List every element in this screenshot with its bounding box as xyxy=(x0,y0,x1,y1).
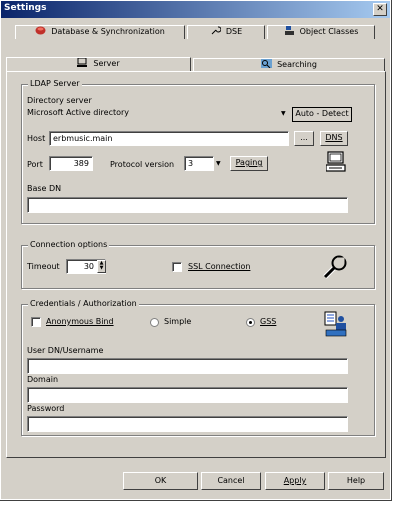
paging-button[interactable]: Paging xyxy=(230,156,268,171)
credentials-group-title: Credentials / Authorization xyxy=(28,299,139,308)
domain-label: Domain xyxy=(27,375,59,384)
object-classes-icon xyxy=(284,26,294,35)
anonymous-bind-checkbox[interactable] xyxy=(31,317,41,327)
user-credentials-icon xyxy=(324,311,347,337)
dns-button[interactable]: DNS xyxy=(320,131,348,146)
credentials-group: Credentials / Authorization Anonymous Bi… xyxy=(21,299,375,436)
close-icon: ✕ xyxy=(376,4,384,14)
server-icon xyxy=(77,58,88,67)
gss-radio-label[interactable]: GSS xyxy=(260,317,276,326)
connection-options-group-title: Connection options xyxy=(28,240,110,249)
apply-button[interactable]: Apply xyxy=(265,472,325,490)
protocol-version-label: Protocol version xyxy=(110,160,175,169)
ldap-server-group: LDAP Server Directory server Microsoft A… xyxy=(21,79,375,224)
browse-button[interactable]: ... xyxy=(294,131,314,146)
database-icon xyxy=(35,26,46,35)
auto-detect-button[interactable]: Auto - Detect xyxy=(292,107,352,122)
base-dn-label: Base DN xyxy=(27,184,62,193)
ok-button[interactable]: OK xyxy=(123,472,198,490)
connection-options-group: Connection options Timeout 30 ▲ ▼ SSL Con… xyxy=(21,240,375,289)
title-bar[interactable]: Settings ✕ xyxy=(1,1,390,18)
wrench-icon xyxy=(211,26,221,35)
timeout-spinner[interactable]: ▲ ▼ xyxy=(97,260,106,273)
cancel-button[interactable]: Cancel xyxy=(201,472,261,490)
help-button[interactable]: Help xyxy=(328,472,384,490)
user-dn-input[interactable] xyxy=(27,358,348,374)
settings-window: Settings ✕ Database & Synchronization DS… xyxy=(0,0,392,501)
ssl-connection-label[interactable]: SSL Connection xyxy=(188,262,250,271)
port-input[interactable]: 389 xyxy=(49,156,93,171)
tab-searching[interactable]: Searching xyxy=(193,58,385,72)
simple-radio[interactable] xyxy=(150,318,159,327)
search-icon xyxy=(261,59,273,68)
tab-database-sync[interactable]: Database & Synchronization xyxy=(15,25,185,39)
base-dn-input[interactable] xyxy=(27,197,348,213)
tab-object-classes[interactable]: Object Classes xyxy=(267,25,375,39)
password-label: Password xyxy=(27,404,65,413)
chevron-down-icon[interactable]: ▼ xyxy=(216,160,221,168)
window-title: Settings xyxy=(4,3,47,13)
ldap-server-group-title: LDAP Server xyxy=(28,79,82,88)
tab-server[interactable]: Server xyxy=(6,57,191,72)
computer-icon xyxy=(326,151,346,172)
server-tab-panel: LDAP Server Directory server Microsoft A… xyxy=(6,71,386,458)
ssl-connection-checkbox[interactable] xyxy=(172,262,182,272)
timeout-label: Timeout xyxy=(27,262,60,271)
anonymous-bind-label[interactable]: Anonymous Bind xyxy=(46,317,114,326)
password-input[interactable] xyxy=(27,416,348,432)
protocol-version-select[interactable]: 3 xyxy=(184,156,214,171)
host-label: Host xyxy=(27,134,46,143)
simple-radio-label[interactable]: Simple xyxy=(164,317,191,326)
chevron-down-icon: ▼ xyxy=(281,110,286,117)
wrench-icon xyxy=(323,255,347,279)
spinner-arrows-icon: ▲ ▼ xyxy=(99,260,104,271)
tab-dse[interactable]: DSE xyxy=(187,25,265,39)
domain-input[interactable] xyxy=(27,387,348,403)
directory-server-label: Directory server xyxy=(27,96,92,105)
directory-server-select[interactable]: Microsoft Active directory ▼ xyxy=(27,108,289,117)
close-button[interactable]: ✕ xyxy=(373,3,387,16)
gss-radio[interactable] xyxy=(246,318,255,327)
user-dn-label: User DN/Username xyxy=(27,346,104,355)
port-label: Port xyxy=(27,160,43,169)
host-input[interactable]: erbmusic.main xyxy=(49,131,289,146)
radio-selected-dot xyxy=(249,321,252,324)
